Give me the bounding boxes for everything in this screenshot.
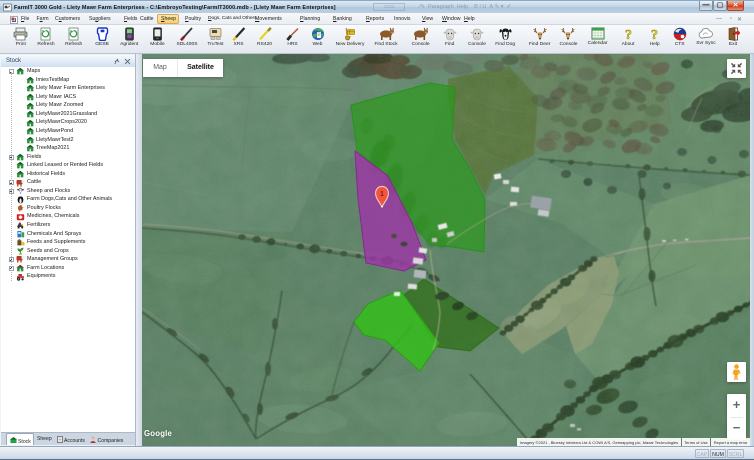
svg-text:?: ? (625, 28, 632, 41)
svg-text:?: ? (651, 28, 658, 41)
svg-text:1: 1 (380, 191, 384, 198)
